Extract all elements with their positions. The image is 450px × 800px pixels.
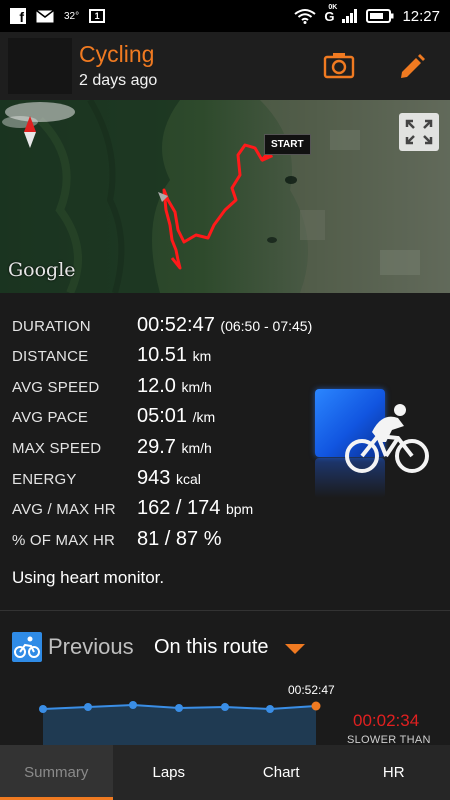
stat-value: 10.51 km	[137, 344, 211, 367]
stat-row-energy: ENERGY 943 kcal	[12, 467, 332, 493]
stat-number: 00:52:47	[137, 314, 215, 336]
tab-hr[interactable]: HR	[338, 745, 450, 800]
stat-label: MAX SPEED	[12, 440, 102, 457]
stat-row-distance: DISTANCE 10.51 km	[12, 344, 332, 370]
stat-label: AVG SPEED	[12, 379, 100, 396]
pencil-icon	[401, 54, 425, 78]
page-title: Cycling	[79, 41, 155, 67]
network-type-text: G	[324, 8, 335, 24]
compass-icon[interactable]	[22, 116, 38, 148]
stat-number: 05:01	[137, 405, 188, 427]
stat-label: AVG / MAX HR	[12, 501, 116, 518]
chart-point	[39, 705, 47, 713]
start-marker-label: START	[271, 139, 304, 150]
stat-number: 162 / 174	[137, 497, 221, 519]
stat-value: 81 / 87 %	[137, 528, 222, 551]
stat-row-max-hr-percent: % OF MAX HR 81 / 87 %	[12, 528, 332, 554]
wifi-icon	[294, 9, 316, 24]
stat-label: % OF MAX HR	[12, 532, 116, 549]
chart-point	[84, 703, 92, 711]
stat-time-range: (06:50 - 07:45)	[220, 318, 313, 334]
stat-row-max-speed: MAX SPEED 29.7 km/h	[12, 436, 332, 462]
network-sub-text: 0K	[328, 3, 338, 11]
battery-icon	[366, 9, 394, 23]
chart-end-time: 00:52:47	[288, 683, 335, 697]
facebook-icon: f	[10, 8, 26, 24]
chart-point	[266, 705, 274, 713]
cyclist-icon	[345, 404, 429, 473]
stat-number: 10.51	[137, 344, 188, 366]
stat-unit: bpm	[225, 501, 254, 517]
workout-detail-screen: f 32° 1 G 0K 12:27 Cycling 2 days ago ST…	[0, 0, 450, 800]
section-divider	[0, 610, 450, 611]
time-difference: 00:02:34	[353, 711, 420, 730]
stat-row-duration: DURATION 00:52:47 (06:50 - 07:45)	[12, 314, 332, 340]
stat-value: 00:52:47 (06:50 - 07:45)	[137, 314, 312, 337]
stat-value: 12.0 km/h	[137, 375, 212, 398]
stat-label: AVG PACE	[12, 409, 89, 426]
tab-summary[interactable]: Summary	[0, 745, 113, 800]
start-marker: START	[264, 134, 311, 155]
temperature-text: 32°	[64, 10, 80, 22]
avatar[interactable]	[8, 38, 72, 94]
stat-label: DURATION	[12, 318, 91, 335]
stat-row-avg-pace: AVG PACE 05:01 /km	[12, 405, 332, 431]
expand-icon	[405, 119, 433, 145]
stat-unit: kcal	[175, 471, 201, 487]
tab-laps[interactable]: Laps	[113, 745, 226, 800]
bike-icon	[14, 636, 40, 658]
signal-icon	[342, 9, 358, 23]
chart-point	[129, 701, 137, 709]
chart-point	[175, 704, 183, 712]
stat-number: 29.7	[137, 436, 176, 458]
camera-button[interactable]	[322, 50, 356, 82]
header: Cycling 2 days ago	[0, 32, 450, 100]
chart-point	[221, 703, 229, 711]
dropdown-caret-icon[interactable]	[285, 644, 305, 654]
workout-date: 2 days ago	[79, 72, 158, 89]
network-type-icon: G 0K	[324, 4, 337, 24]
stat-row-heart-rate: AVG / MAX HR 162 / 174 bpm	[12, 497, 332, 523]
stat-value: 943 kcal	[137, 467, 201, 490]
notification-count-icon: 1	[89, 9, 106, 23]
previous-label: Previous	[48, 634, 134, 659]
google-attribution: Google	[8, 259, 76, 281]
stat-value: 05:01 /km	[137, 405, 215, 428]
mail-icon	[36, 9, 54, 22]
stat-number: 81 / 87 %	[137, 528, 222, 550]
tab-chart[interactable]: Chart	[225, 745, 338, 800]
stat-unit: km/h	[181, 440, 212, 456]
stat-number: 12.0	[137, 375, 176, 397]
stat-value: 162 / 174 bpm	[137, 497, 253, 520]
comparison-selector[interactable]: On this route	[154, 636, 269, 659]
stat-unit: /km	[192, 409, 216, 425]
clock-text: 12:27	[402, 7, 440, 25]
camera-icon	[323, 53, 355, 79]
stat-label: ENERGY	[12, 471, 77, 488]
stat-unit: km/h	[181, 379, 212, 395]
stat-number: 943	[137, 467, 171, 489]
status-bar: f 32° 1 G 0K 12:27	[0, 0, 450, 32]
chart-point-current	[311, 701, 321, 711]
stat-label: DISTANCE	[12, 348, 89, 365]
fullscreen-map-button[interactable]	[399, 113, 439, 151]
stat-value: 29.7 km/h	[137, 436, 212, 459]
previous-cycling-icon	[12, 632, 42, 662]
route-map[interactable]: START Google	[0, 100, 450, 293]
edit-button[interactable]	[396, 50, 428, 82]
heart-monitor-note: Using heart monitor.	[12, 568, 165, 587]
bottom-tab-bar: Summary Laps Chart HR	[0, 745, 450, 800]
stat-unit: km	[192, 348, 212, 364]
stat-row-avg-speed: AVG SPEED 12.0 km/h	[12, 375, 332, 401]
